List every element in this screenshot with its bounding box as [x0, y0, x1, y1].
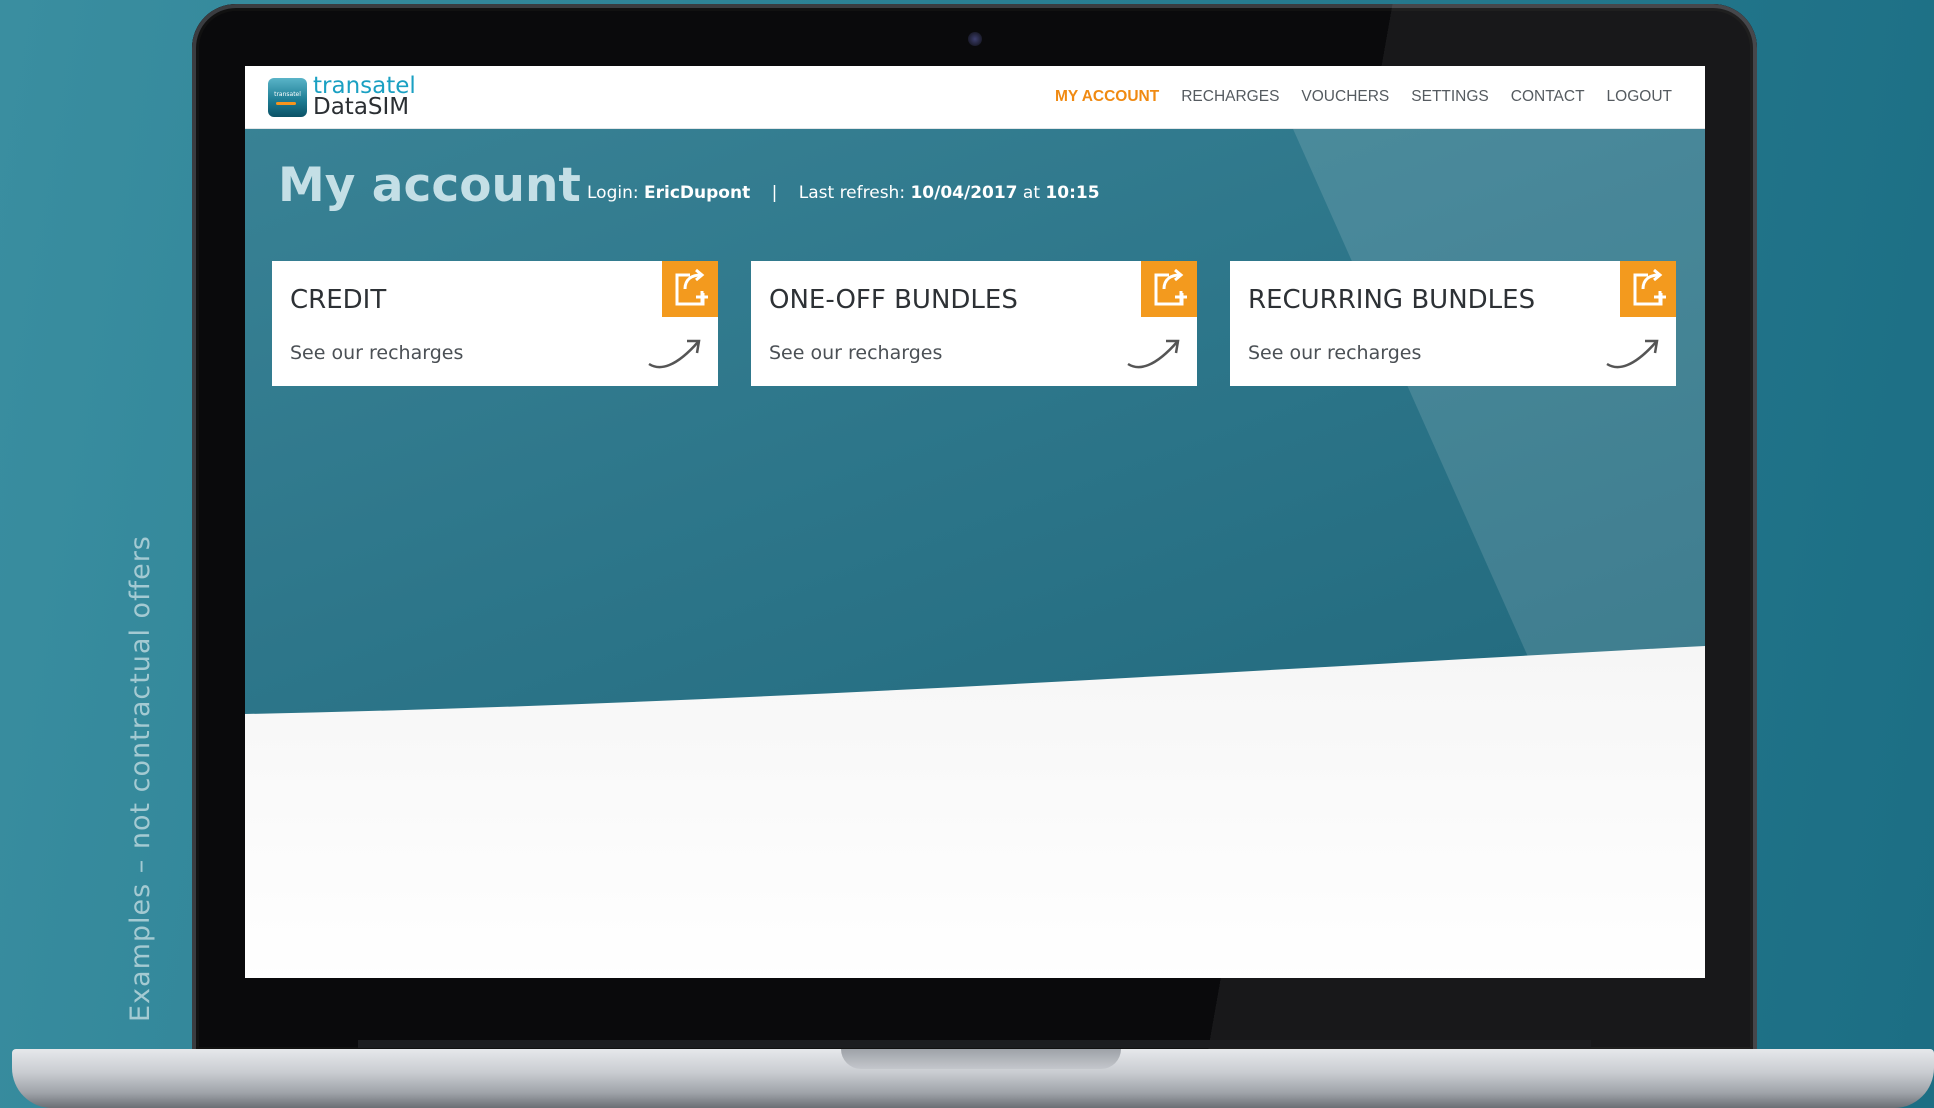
add-recharge-button[interactable] [1620, 261, 1676, 317]
refresh-at: at [1022, 183, 1041, 203]
nav-recharges[interactable]: RECHARGES [1181, 88, 1279, 106]
add-recharge-icon [1154, 268, 1187, 306]
page-title: My account [278, 158, 581, 213]
webcam [968, 32, 982, 46]
logo-mark: transatel [268, 77, 307, 117]
curved-arrow-icon [1606, 339, 1659, 369]
card-one-off-bundles[interactable]: ONE-OFF BUNDLES See our recharges [751, 261, 1197, 386]
card-title: RECURRING BUNDLES [1248, 285, 1536, 315]
refresh-label: Last refresh: [798, 183, 906, 203]
add-recharge-button[interactable] [1141, 261, 1197, 317]
transatel-logo[interactable]: transatel transatel DataSIM [268, 74, 416, 120]
account-cards: CREDIT See our recharges ONE-OFF BUNDLES… [272, 261, 1676, 386]
nav-my-account[interactable]: MY ACCOUNT [1055, 88, 1159, 106]
logo-mark-text: transatel [274, 90, 301, 98]
refresh-time: 10:15 [1045, 183, 1100, 203]
login-value: EricDupont [644, 183, 751, 203]
login-label: Login: [587, 183, 639, 203]
refresh-date: 10/04/2017 [910, 183, 1018, 203]
laptop-notch [841, 1049, 1121, 1069]
add-recharge-icon [1633, 268, 1666, 306]
add-recharge-icon [675, 268, 708, 306]
nav-contact[interactable]: CONTACT [1511, 88, 1585, 106]
card-credit[interactable]: CREDIT See our recharges [272, 261, 718, 386]
nav-menu: MY ACCOUNT RECHARGES VOUCHERS SETTINGS C… [1033, 66, 1672, 128]
nav-vouchers[interactable]: VOUCHERS [1301, 88, 1389, 106]
card-title: ONE-OFF BUNDLES [769, 285, 1018, 315]
laptop-base [12, 1049, 1934, 1108]
see-recharges-link[interactable]: See our recharges [769, 342, 942, 364]
background-wave [245, 646, 1705, 978]
see-recharges-link[interactable]: See our recharges [290, 342, 463, 364]
top-navigation: transatel transatel DataSIM MY ACCOUNT R… [245, 66, 1705, 129]
card-title: CREDIT [290, 285, 387, 315]
see-recharges-link[interactable]: See our recharges [1248, 342, 1421, 364]
add-recharge-button[interactable] [662, 261, 718, 317]
disclaimer-text: Examples – not contractual offers [125, 535, 156, 1022]
logo-product: DataSIM [313, 94, 410, 120]
nav-logout[interactable]: LOGOUT [1607, 88, 1672, 106]
nav-settings[interactable]: SETTINGS [1411, 88, 1489, 106]
app-screen: transatel transatel DataSIM MY ACCOUNT R… [245, 66, 1705, 978]
meta-separator: | [771, 183, 778, 203]
card-recurring-bundles[interactable]: RECURRING BUNDLES See our recharges [1230, 261, 1676, 386]
account-meta: Login: EricDupont | Last refresh: 10/04/… [587, 183, 1100, 203]
curved-arrow-icon [648, 339, 701, 369]
curved-arrow-icon [1127, 339, 1180, 369]
